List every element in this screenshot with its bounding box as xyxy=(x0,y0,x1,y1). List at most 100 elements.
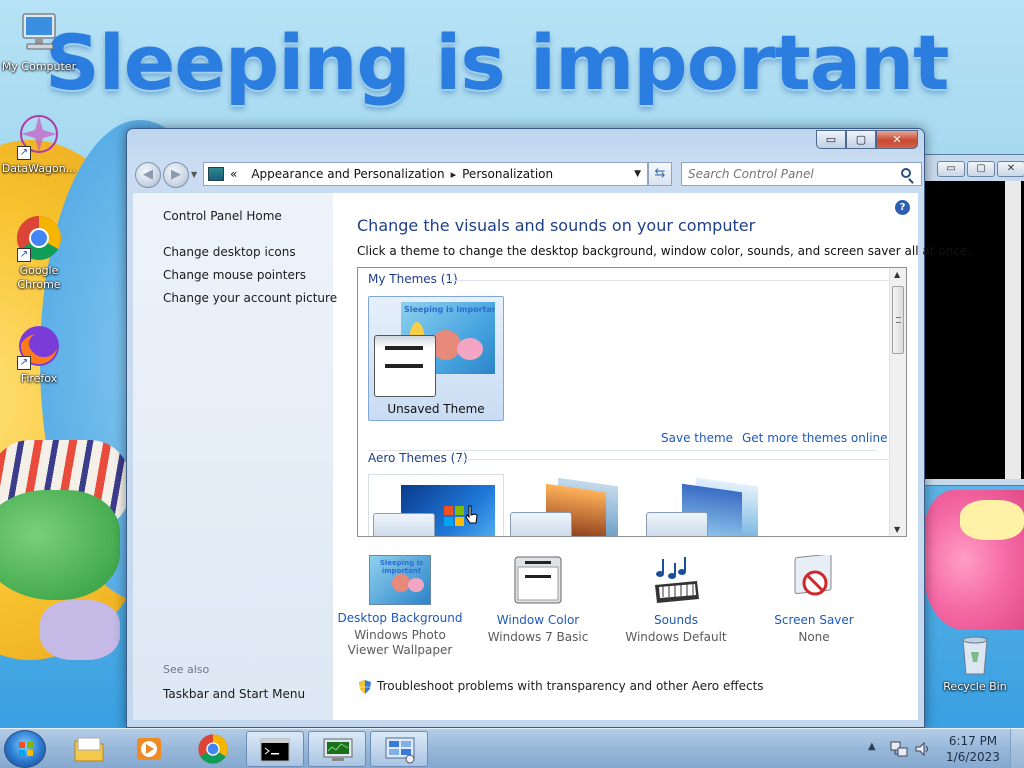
theme-tile-architecture[interactable] xyxy=(506,474,642,536)
scroll-down-icon[interactable]: ▼ xyxy=(894,525,900,534)
volume-icon[interactable] xyxy=(914,740,932,758)
theme-tile-characters[interactable] xyxy=(642,474,778,536)
theme-tile-unsaved[interactable]: Sleeping is important Unsaved Theme xyxy=(368,296,504,421)
folder-icon xyxy=(74,737,104,762)
show-desktop-button[interactable] xyxy=(1010,729,1024,768)
shortcut-arrow-icon: ↗ xyxy=(17,248,31,262)
desktop-icon-label: Google Chrome xyxy=(17,264,61,291)
tray-expand-button[interactable]: ▲ xyxy=(868,741,876,752)
desktop-background-value: Windows Photo Viewer Wallpaper xyxy=(347,628,453,657)
page-title: Change the visuals and sounds on your co… xyxy=(357,216,756,235)
desktop-background-link[interactable]: Desktop Background xyxy=(335,611,465,625)
start-button[interactable] xyxy=(4,730,46,768)
window-color-value: Windows 7 Basic xyxy=(487,630,589,644)
sidebar-link-home[interactable]: Control Panel Home xyxy=(163,209,282,223)
screen-saver-link[interactable]: Screen Saver xyxy=(749,613,879,627)
desktop-icon-chrome[interactable]: ↗ Google Chrome xyxy=(0,214,78,292)
network-icon[interactable] xyxy=(890,740,908,758)
screen-saver-option[interactable]: Screen Saver None xyxy=(749,553,879,645)
taskbar-media-player[interactable] xyxy=(120,731,178,767)
breadcrumb-separator[interactable]: ▸ xyxy=(451,168,457,181)
sounds-link[interactable]: Sounds xyxy=(611,613,741,627)
desktop-icon-label: Firefox xyxy=(20,372,58,385)
wallpaper-character-detail xyxy=(960,500,1024,540)
sidebar-link-desktop-icons[interactable]: Change desktop icons xyxy=(163,245,296,259)
breadcrumb-overflow[interactable]: « xyxy=(230,167,237,181)
desktop-icon-my-computer[interactable]: My Computer xyxy=(0,10,78,74)
scroll-up-icon[interactable]: ▲ xyxy=(894,270,900,279)
bg-minimize-button[interactable]: ▭ xyxy=(937,161,965,177)
background-preview-text: Sleeping is important xyxy=(379,559,424,575)
address-bar[interactable]: « Appearance and Personalization ▸ Perso… xyxy=(203,162,648,186)
theme-window-color-swatch xyxy=(373,513,435,536)
shortcut-arrow-icon: ↗ xyxy=(17,356,31,370)
control-panel-icon xyxy=(208,167,224,181)
maximize-button[interactable]: ▢ xyxy=(846,130,876,149)
theme-name: Unsaved Theme xyxy=(387,402,485,416)
desktop-icon-label: My Computer xyxy=(1,60,77,73)
theme-list-scrollbar[interactable]: ▲ ▼ xyxy=(889,268,906,536)
address-dropdown-icon[interactable]: ▼ xyxy=(634,169,641,179)
wallpaper-character-foot xyxy=(40,600,120,660)
window-color-option[interactable]: Window Color Windows 7 Basic xyxy=(473,555,603,645)
forward-button[interactable]: ▶ xyxy=(163,162,189,188)
sounds-option[interactable]: Sounds Windows Default xyxy=(611,555,741,645)
scroll-thumb[interactable] xyxy=(892,286,904,354)
refresh-button[interactable]: ⇆ xyxy=(648,162,672,186)
bg-close-button[interactable]: ✕ xyxy=(997,161,1024,177)
desktop-background-option[interactable]: Sleeping is important Desktop Background… xyxy=(335,555,465,658)
console-output xyxy=(925,181,1024,479)
taskbar-explorer[interactable] xyxy=(60,731,118,767)
desktop-icon-label: DataWagon... xyxy=(1,162,77,175)
scroll-grip xyxy=(896,317,901,323)
uac-shield-icon xyxy=(359,680,371,694)
personalization-window: ▭ ▢ ✕ ◀ ▶ ▼ « Appearance and Personaliza… xyxy=(126,128,971,728)
group-divider xyxy=(448,280,888,281)
back-button[interactable]: ◀ xyxy=(135,162,161,188)
bg-maximize-button[interactable]: ▢ xyxy=(967,161,995,177)
content-area: Control Panel Home Change desktop icons … xyxy=(133,193,971,720)
sidebar-link-mouse-pointers[interactable]: Change mouse pointers xyxy=(163,268,306,282)
system-clock[interactable]: 6:17 PM 1/6/2023 xyxy=(938,733,1008,765)
see-also-heading: See also xyxy=(163,663,210,676)
sidebar-link-taskbar[interactable]: Taskbar and Start Menu xyxy=(163,687,305,701)
caption-buttons: ▭ ▢ ✕ xyxy=(816,130,918,149)
console-scrollbar[interactable] xyxy=(1005,181,1021,479)
breadcrumb-personalization[interactable]: Personalization xyxy=(462,167,553,181)
window-color-icon xyxy=(507,555,569,607)
windows-logo-icon xyxy=(19,742,33,756)
save-theme-link[interactable]: Save theme xyxy=(661,431,733,445)
taskbar-task-manager[interactable] xyxy=(308,731,366,767)
preview-character-shape xyxy=(457,338,483,360)
get-more-themes-link[interactable]: Get more themes online xyxy=(742,431,888,445)
shortcut-arrow-icon: ↗ xyxy=(17,146,31,160)
search-icon[interactable] xyxy=(901,168,911,178)
background-console-window[interactable]: ▭ ▢ ✕ xyxy=(918,154,1024,486)
swatch-bar xyxy=(385,346,423,350)
window-color-link[interactable]: Window Color xyxy=(473,613,603,627)
desktop-icon-firefox[interactable]: ↗ Firefox xyxy=(0,322,78,386)
theme-window-color-swatch xyxy=(510,512,572,536)
recent-pages-dropdown[interactable]: ▼ xyxy=(191,170,197,179)
sidebar-link-account-picture[interactable]: Change your account picture xyxy=(163,291,337,305)
swatch-bar xyxy=(385,364,423,368)
taskbar-control-panel[interactable] xyxy=(370,731,428,767)
command-prompt-icon xyxy=(260,738,290,762)
help-icon[interactable]: ? xyxy=(895,200,910,215)
taskbar-command-prompt[interactable] xyxy=(246,731,304,767)
datawagon-icon: ↗ xyxy=(15,112,63,160)
close-button[interactable]: ✕ xyxy=(876,130,918,149)
theme-window-color-swatch xyxy=(646,512,708,536)
breadcrumb-appearance[interactable]: Appearance and Personalization xyxy=(251,167,444,181)
search-input[interactable] xyxy=(681,162,922,186)
screen-saver-icon xyxy=(783,553,845,607)
firefox-icon: ↗ xyxy=(15,322,63,370)
taskbar-chrome[interactable] xyxy=(184,731,242,767)
minimize-button[interactable]: ▭ xyxy=(816,130,846,149)
desktop-background-icon: Sleeping is important xyxy=(369,555,431,605)
desktop-icon-datawagon[interactable]: ↗ DataWagon... xyxy=(0,112,78,176)
control-panel-icon xyxy=(385,737,415,764)
desktop-icon-recycle-bin[interactable]: Recycle Bin xyxy=(936,630,1014,694)
theme-tile-windows7[interactable] xyxy=(368,474,504,536)
troubleshoot-link[interactable]: Troubleshoot problems with transparency … xyxy=(377,679,764,693)
